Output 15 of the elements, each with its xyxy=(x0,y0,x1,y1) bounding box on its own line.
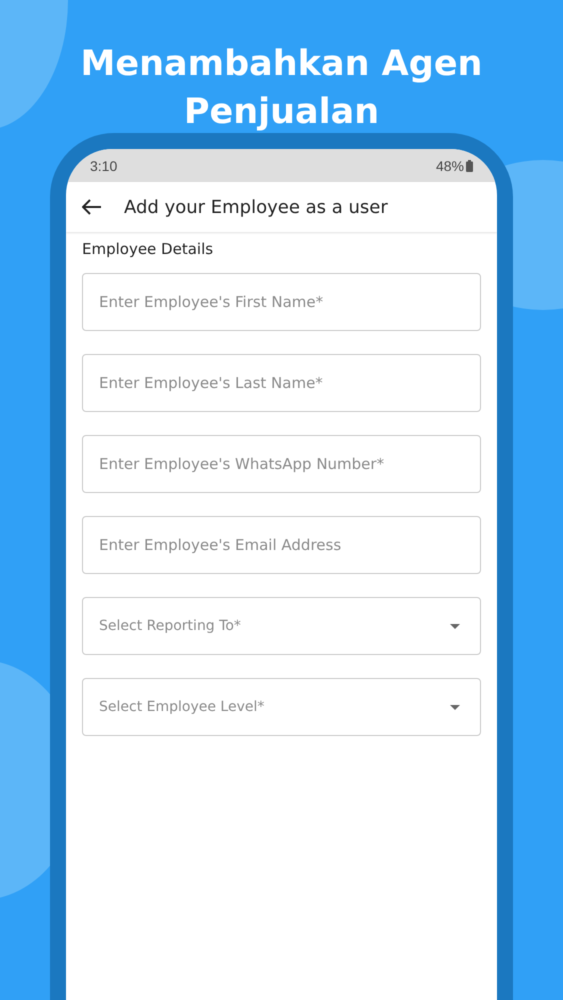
input-field[interactable]: Enter Employee's WhatsApp Number* xyxy=(82,435,481,493)
dropdown-field[interactable]: Select Reporting To* xyxy=(82,597,481,655)
input-field[interactable]: Enter Employee's First Name* xyxy=(82,273,481,331)
input-field[interactable]: Enter Employee's Last Name* xyxy=(82,354,481,412)
app-bar-title: Add your Employee as a user xyxy=(124,196,388,218)
input-field[interactable]: Enter Employee's Email Address xyxy=(82,516,481,574)
dropdown-field[interactable]: Select Employee Level* xyxy=(82,678,481,736)
back-arrow-icon[interactable] xyxy=(82,199,102,215)
headline: Menambahkan Agen Penjualan xyxy=(80,43,484,134)
battery-percent: 48% xyxy=(436,158,464,174)
caret-icon xyxy=(450,704,460,710)
status-time: 3:10 xyxy=(90,158,118,174)
section-title: Employee Details xyxy=(82,240,214,258)
caret-icon xyxy=(450,624,460,628)
battery-icon xyxy=(466,160,473,172)
